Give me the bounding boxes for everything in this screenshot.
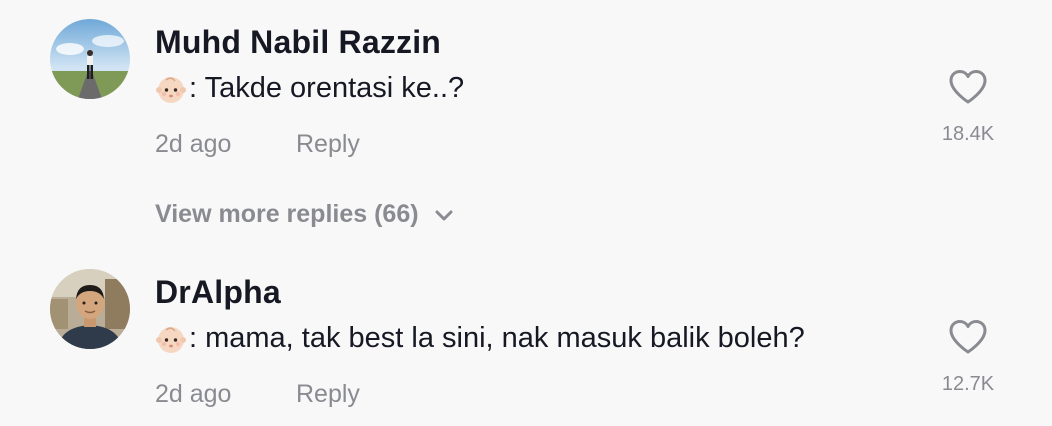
chevron-down-icon bbox=[435, 210, 453, 220]
comment-timestamp: 2d ago bbox=[155, 380, 232, 408]
comment-timestamp: 2d ago bbox=[155, 130, 232, 158]
like-count: 12.7K bbox=[941, 373, 995, 395]
comment-item: Muhd Nabil Razzin : Takde orentasi ke..?… bbox=[0, 0, 1052, 190]
person-in-field-avatar bbox=[50, 19, 130, 99]
comment-username[interactable]: DrAlpha bbox=[155, 274, 281, 311]
heart-icon[interactable] bbox=[948, 319, 988, 355]
avatar[interactable] bbox=[50, 269, 130, 349]
man-portrait-avatar bbox=[50, 269, 130, 349]
baby-face-emoji bbox=[156, 326, 186, 353]
reply-button[interactable]: Reply bbox=[296, 130, 360, 159]
comment-body: : Takde orentasi ke..? bbox=[189, 72, 465, 104]
like-count: 18.4K bbox=[941, 123, 995, 145]
comment-text: : Takde orentasi ke..? bbox=[155, 72, 464, 105]
comment-username[interactable]: Muhd Nabil Razzin bbox=[155, 24, 441, 61]
view-more-label: View more replies (66) bbox=[155, 200, 419, 228]
comment-item: DrAlpha : mama, tak best la sini, nak ma… bbox=[0, 250, 1052, 426]
comment-text: : mama, tak best la sini, nak masuk bali… bbox=[155, 322, 805, 355]
comment-body: : mama, tak best la sini, nak masuk bali… bbox=[189, 322, 805, 354]
avatar[interactable] bbox=[50, 19, 130, 99]
reply-button[interactable]: Reply bbox=[296, 380, 360, 409]
heart-icon[interactable] bbox=[948, 69, 988, 105]
comments-panel: Muhd Nabil Razzin : Takde orentasi ke..?… bbox=[0, 0, 1052, 426]
view-more-replies-button[interactable]: View more replies (66) bbox=[155, 200, 455, 229]
baby-face-emoji bbox=[156, 76, 186, 103]
